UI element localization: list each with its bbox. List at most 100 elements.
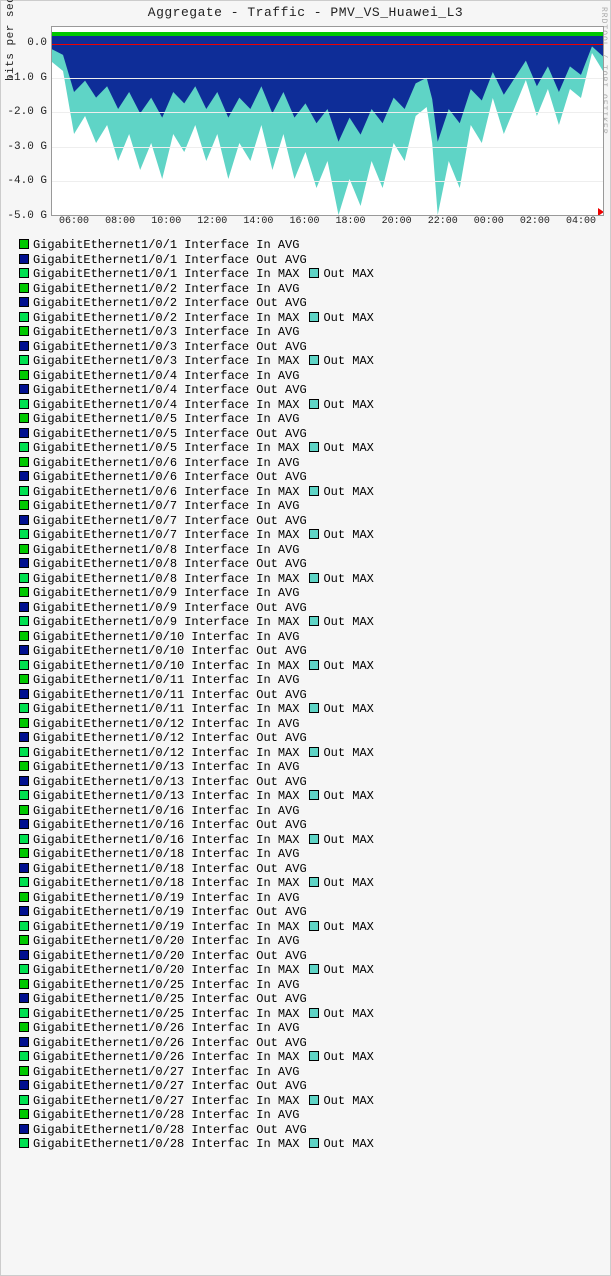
legend-row: GigabitEthernet1/0/19 Interfac Out AVG xyxy=(19,905,604,920)
legend-row: GigabitEthernet1/0/25 Interfac In AVG xyxy=(19,978,604,993)
x-tick-label: 08:00 xyxy=(105,216,135,227)
legend-swatch xyxy=(309,834,319,844)
legend-label: GigabitEthernet1/0/12 Interfac Out AVG xyxy=(33,731,307,745)
legend-swatch xyxy=(309,399,319,409)
legend-row: GigabitEthernet1/0/12 Interfac In AVG xyxy=(19,717,604,732)
legend-label: GigabitEthernet1/0/16 Interfac In MAX xyxy=(33,833,299,847)
legend-row: GigabitEthernet1/0/5 Interface In MAXOut… xyxy=(19,441,604,456)
legend-swatch xyxy=(19,805,29,815)
legend-label: GigabitEthernet1/0/19 Interfac Out AVG xyxy=(33,905,307,919)
legend-label: Out MAX xyxy=(323,659,373,673)
legend-swatch xyxy=(19,631,29,641)
legend-label: Out MAX xyxy=(323,789,373,803)
legend-label: GigabitEthernet1/0/9 Interface In AVG xyxy=(33,586,299,600)
legend-row: GigabitEthernet1/0/9 Interface Out AVG xyxy=(19,601,604,616)
legend-swatch xyxy=(19,399,29,409)
legend-label: GigabitEthernet1/0/11 Interfac In MAX xyxy=(33,702,299,716)
legend-swatch xyxy=(19,660,29,670)
legend-swatch xyxy=(19,457,29,467)
legend-swatch xyxy=(309,660,319,670)
gridline xyxy=(52,112,603,113)
legend-swatch xyxy=(19,689,29,699)
legend-label: Out MAX xyxy=(323,1050,373,1064)
legend-row: GigabitEthernet1/0/11 Interfac Out AVG xyxy=(19,688,604,703)
legend-label: GigabitEthernet1/0/7 Interface Out AVG xyxy=(33,514,307,528)
legend-label: GigabitEthernet1/0/16 Interfac In AVG xyxy=(33,804,299,818)
legend-label: GigabitEthernet1/0/3 Interface Out AVG xyxy=(33,340,307,354)
legend-row: GigabitEthernet1/0/18 Interfac In AVG xyxy=(19,847,604,862)
legend-swatch xyxy=(309,790,319,800)
legend-row: GigabitEthernet1/0/20 Interfac In MAXOut… xyxy=(19,963,604,978)
legend-label: GigabitEthernet1/0/11 Interfac In AVG xyxy=(33,673,299,687)
legend-label: Out MAX xyxy=(323,702,373,716)
legend-swatch xyxy=(19,500,29,510)
legend-label: GigabitEthernet1/0/9 Interface In MAX xyxy=(33,615,299,629)
legend-label: GigabitEthernet1/0/4 Interface In MAX xyxy=(33,398,299,412)
legend-swatch xyxy=(19,848,29,858)
gridline xyxy=(52,181,603,182)
x-tick-label: 20:00 xyxy=(382,216,412,227)
legend-swatch xyxy=(19,877,29,887)
legend-row: GigabitEthernet1/0/2 Interface In AVG xyxy=(19,282,604,297)
legend-label: Out MAX xyxy=(323,963,373,977)
legend-swatch xyxy=(309,486,319,496)
legend-swatch xyxy=(309,268,319,278)
legend-swatch xyxy=(19,1051,29,1061)
legend-label: Out MAX xyxy=(323,1007,373,1021)
zero-line xyxy=(52,44,603,45)
legend-row: GigabitEthernet1/0/18 Interfac Out AVG xyxy=(19,862,604,877)
legend-row: GigabitEthernet1/0/27 Interfac Out AVG xyxy=(19,1079,604,1094)
legend-row: GigabitEthernet1/0/25 Interfac In MAXOut… xyxy=(19,1007,604,1022)
legend-label: Out MAX xyxy=(323,441,373,455)
legend-swatch xyxy=(19,790,29,800)
legend-label: GigabitEthernet1/0/5 Interface Out AVG xyxy=(33,427,307,441)
legend-label: GigabitEthernet1/0/10 Interfac Out AVG xyxy=(33,644,307,658)
legend-label: Out MAX xyxy=(323,311,373,325)
legend-swatch xyxy=(309,529,319,539)
legend-label: Out MAX xyxy=(323,572,373,586)
legend-label: GigabitEthernet1/0/10 Interfac In AVG xyxy=(33,630,299,644)
legend-label: GigabitEthernet1/0/13 Interfac In AVG xyxy=(33,760,299,774)
legend-label: Out MAX xyxy=(323,398,373,412)
legend-label: GigabitEthernet1/0/13 Interfac Out AVG xyxy=(33,775,307,789)
legend-row: GigabitEthernet1/0/9 Interface In MAX Out… xyxy=(19,615,604,630)
legend-label: GigabitEthernet1/0/26 Interfac In AVG xyxy=(33,1021,299,1035)
legend-row: GigabitEthernet1/0/2 Interface In MAXOut… xyxy=(19,311,604,326)
legend-label: GigabitEthernet1/0/18 Interfac In MAX xyxy=(33,876,299,890)
x-tick-label: 10:00 xyxy=(151,216,181,227)
legend-row: GigabitEthernet1/0/16 Interfac Out AVG xyxy=(19,818,604,833)
legend-row: GigabitEthernet1/0/2 Interface Out AVG xyxy=(19,296,604,311)
legend-label: GigabitEthernet1/0/6 Interface In MAX xyxy=(33,485,299,499)
legend-swatch xyxy=(19,1138,29,1148)
legend-row: GigabitEthernet1/0/13 Interfac In MAXOut… xyxy=(19,789,604,804)
legend-label: Out MAX xyxy=(323,615,373,629)
legend-swatch xyxy=(309,1051,319,1061)
legend-row: GigabitEthernet1/0/5 Interface In AVG xyxy=(19,412,604,427)
legend-row: GigabitEthernet1/0/13 Interfac In AVG xyxy=(19,760,604,775)
legend-row: GigabitEthernet1/0/10 Interfac Out AVG xyxy=(19,644,604,659)
legend-row: GigabitEthernet1/0/4 Interface In MAX Out… xyxy=(19,398,604,413)
gridline xyxy=(52,78,603,79)
legend-row: GigabitEthernet1/0/6 Interface Out AVG xyxy=(19,470,604,485)
legend-label: Out MAX xyxy=(323,920,373,934)
legend-label: Out MAX xyxy=(323,354,373,368)
legend-swatch xyxy=(19,834,29,844)
legend-label: GigabitEthernet1/0/27 Interfac In MAX xyxy=(33,1094,299,1108)
legend-swatch xyxy=(19,297,29,307)
legend-swatch xyxy=(19,747,29,757)
legend-label: Out MAX xyxy=(323,1137,373,1151)
legend-row: GigabitEthernet1/0/16 Interfac In MAXOut… xyxy=(19,833,604,848)
legend-label: GigabitEthernet1/0/2 Interface Out AVG xyxy=(33,296,307,310)
legend-label: GigabitEthernet1/0/26 Interfac In MAX xyxy=(33,1050,299,1064)
legend-row: GigabitEthernet1/0/6 Interface In MAXOut… xyxy=(19,485,604,500)
legend-row: GigabitEthernet1/0/12 Interfac In MAXOut… xyxy=(19,746,604,761)
legend-label: GigabitEthernet1/0/1 Interface Out AVG xyxy=(33,253,307,267)
legend-swatch xyxy=(19,732,29,742)
legend-swatch xyxy=(309,616,319,626)
legend-row: GigabitEthernet1/0/3 Interface Out AVG xyxy=(19,340,604,355)
legend-swatch xyxy=(19,776,29,786)
legend-row: GigabitEthernet1/0/26 Interfac In MAX Out… xyxy=(19,1050,604,1065)
legend-row: GigabitEthernet1/0/9 Interface In AVG xyxy=(19,586,604,601)
legend-label: GigabitEthernet1/0/20 Interfac In AVG xyxy=(33,934,299,948)
legend-swatch xyxy=(19,326,29,336)
